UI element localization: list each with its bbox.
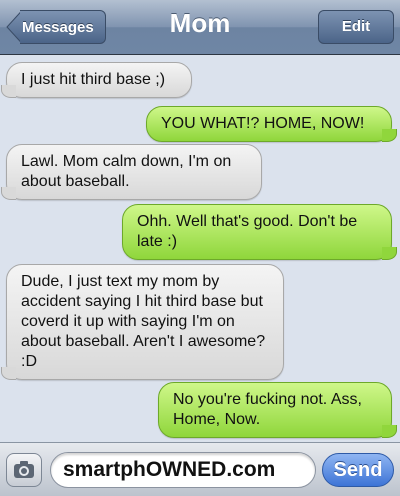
message-bubble-incoming: Lawl. Mom calm down, I'm on about baseba… [1,144,262,200]
message-bubble-incoming: I just hit third base ;) [1,62,192,98]
navigation-bar: Messages Mom Edit [0,0,400,55]
message-bubble-incoming: Dude, I just text my mom by accident say… [1,264,284,380]
edit-button[interactable]: Edit [318,10,394,44]
send-button[interactable]: Send [322,453,394,487]
camera-button[interactable] [6,453,42,487]
message-bubble-outgoing: No you're fucking not. Ass, Home, Now. [158,382,397,438]
message-input[interactable]: smartphOWNED.com [50,452,316,488]
message-bubble-outgoing: YOU WHAT!? HOME, NOW! [146,106,397,142]
compose-bar: smartphOWNED.com Send [0,442,400,496]
message-thread[interactable]: I just hit third base ;) YOU WHAT!? HOME… [0,56,400,442]
camera-icon [14,461,34,478]
message-bubble-outgoing: Ohh. Well that's good. Don't be late :) [122,204,397,260]
